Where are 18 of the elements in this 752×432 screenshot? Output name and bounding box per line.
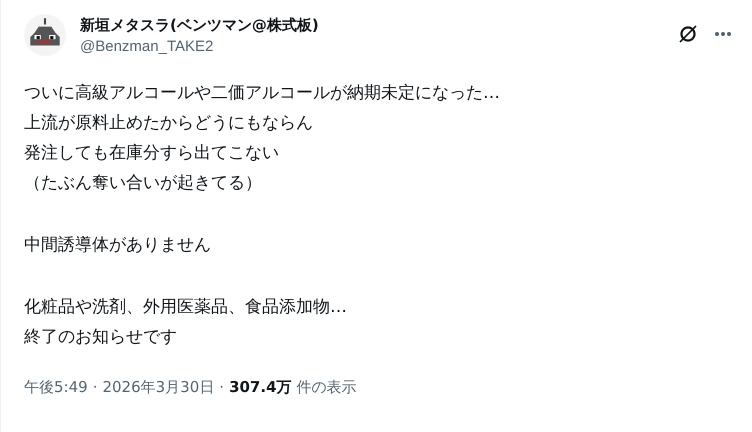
display-name[interactable]: 新垣メタスラ(ベンツマン@株式板)	[80, 16, 664, 34]
separator-dot: ·	[219, 378, 224, 396]
views-label: 件の表示	[296, 378, 357, 397]
post-text-line: 終了のお知らせです	[24, 326, 178, 349]
post-date[interactable]: 2026年3月30日	[102, 378, 214, 397]
view-count: 307.4万	[229, 378, 292, 397]
post-text-line: ついに高級アルコールや二価アルコールが納期未定になった…	[24, 82, 501, 105]
post-text-line: （たぶん奪い合いが起きてる）	[24, 172, 263, 195]
more-icon[interactable]	[714, 31, 732, 37]
post-text-line: 上流が原料止めたからどうにもならん	[24, 112, 314, 135]
user-handle[interactable]: @Benzman_TAKE2	[80, 38, 664, 54]
post-text-line: 中間誘導体がありません	[24, 234, 212, 257]
post-text-line: 発注しても在庫分すら出てこない	[24, 142, 280, 165]
post-text-line: 化粧品や洗剤、外用医薬品、食品添加物…	[24, 296, 348, 319]
post-time[interactable]: 午後5:49	[24, 378, 88, 397]
slashed-circle-icon[interactable]	[678, 24, 698, 44]
separator-dot: ·	[92, 378, 98, 396]
avatar-drawing[interactable]	[24, 14, 66, 56]
